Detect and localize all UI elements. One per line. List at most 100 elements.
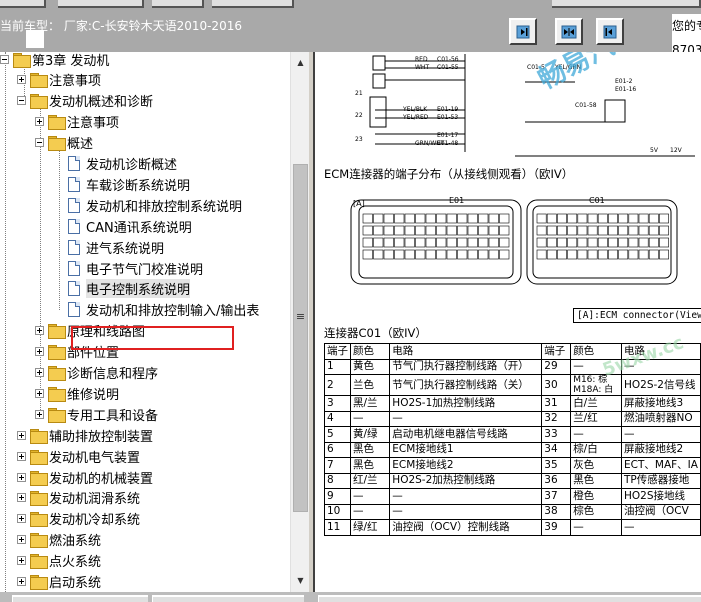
tree-doc-node[interactable]: 进气系统说明: [68, 237, 164, 257]
expand-icon[interactable]: [35, 409, 44, 419]
folder-icon: [30, 470, 48, 486]
document-viewer[interactable]: C01-56 C01-55 C01-5 YEL/GRN RED WHT YEL/BLK YEL…: [315, 52, 701, 592]
tree-folder-node[interactable]: 启动系统: [17, 572, 101, 592]
tree-folder-node[interactable]: 发动机的机械装置: [17, 467, 153, 487]
expand-icon[interactable]: [17, 514, 26, 524]
table-cell: 黑色: [349, 441, 391, 458]
expand-icon[interactable]: [35, 326, 44, 336]
connector-pin: [362, 213, 373, 224]
folder-icon: [30, 575, 48, 590]
expand-icon[interactable]: [35, 347, 44, 357]
expand-icon[interactable]: [17, 535, 26, 545]
expand-pane-button[interactable]: [596, 18, 624, 45]
bottom-button-3[interactable]: [318, 595, 701, 602]
tree-doc-node[interactable]: 发动机和排放控制输入/输出表: [68, 300, 259, 320]
tree-folder-node[interactable]: 注意事项: [35, 112, 119, 132]
folder-icon: [30, 533, 48, 549]
tree-line: [59, 150, 60, 310]
expand-icon[interactable]: [17, 556, 26, 566]
collapse-icon[interactable]: [17, 96, 26, 106]
tree-folder-node[interactable]: 注意事项: [17, 70, 101, 90]
tree-folder-node[interactable]: 专用工具和设备: [35, 404, 158, 424]
tree-doc-node[interactable]: 发动机和排放控制系统说明: [68, 195, 242, 215]
connector-pin: [362, 237, 373, 248]
connector-pin: [425, 225, 436, 236]
tree-doc-node[interactable]: 发动机诊断概述: [68, 154, 177, 174]
table-cell: 10: [324, 503, 351, 520]
table-cell: —: [389, 488, 543, 505]
tree-node-label: 发动机诊断概述: [86, 158, 178, 173]
connector-pin: [478, 237, 489, 248]
tree-folder-node[interactable]: 概述: [35, 133, 93, 153]
tree-folder-node[interactable]: 发动机概述和诊断: [17, 91, 153, 111]
table-cell: 棕/白: [570, 441, 623, 458]
split-pane-button[interactable]: [555, 18, 583, 45]
wiring-voltage-label: 5V: [650, 147, 658, 154]
table-cell: 黄色: [349, 358, 391, 375]
tree-node-label: 注意事项: [67, 116, 120, 132]
tree-doc-node[interactable]: 电子控制系统说明: [68, 279, 191, 299]
table-cell: 黑/兰: [349, 395, 391, 412]
bottom-button-1[interactable]: [12, 595, 148, 602]
connector-pin: [373, 249, 384, 260]
folder-icon: [30, 491, 48, 507]
connector-pin: [436, 225, 447, 236]
expand-icon[interactable]: [17, 577, 26, 586]
toolbar-button-3[interactable]: [152, 0, 204, 8]
table-row: 2 兰色 节气门执行器控制线路（关） 30 M16: 棕 M18A: 白 HO2S-2信号…: [324, 374, 701, 396]
tree-scrollbar[interactable]: ▲ ≡ ▼: [290, 52, 309, 592]
connector-pin: [638, 213, 649, 224]
connector-pin: [638, 237, 649, 248]
collapse-icon[interactable]: [0, 54, 9, 64]
expand-icon[interactable]: [17, 472, 26, 482]
tree-doc-node[interactable]: CAN通讯系统说明: [68, 216, 192, 236]
expand-icon[interactable]: [17, 451, 26, 461]
table-cell: 屏蔽接地线2: [621, 441, 701, 458]
scroll-thumb[interactable]: [293, 164, 308, 512]
expand-icon[interactable]: [35, 368, 44, 377]
expand-icon[interactable]: [35, 117, 44, 127]
table-cell: —: [570, 426, 623, 443]
connector-pin: [467, 213, 478, 224]
expand-icon[interactable]: [17, 75, 26, 85]
expand-icon[interactable]: [17, 493, 26, 503]
scroll-down-arrow-icon[interactable]: ▼: [292, 572, 309, 589]
tree-node-label: 维修说明: [67, 387, 120, 403]
collapse-pane-button[interactable]: [509, 18, 537, 45]
connector-diagram: [350, 199, 678, 285]
connector-pin: [425, 213, 436, 224]
connector-pin: [404, 213, 415, 224]
table-cell: 30: [541, 374, 572, 396]
folder-icon: [13, 52, 31, 68]
tree-doc-node[interactable]: 电子节气门校准说明: [68, 258, 203, 278]
expand-icon[interactable]: [17, 430, 26, 440]
toolbar-button-1[interactable]: [0, 0, 46, 8]
connector-title: ECM连接器的端子分布（从接线侧观看）（欧IV）: [324, 167, 574, 181]
tree-folder-node[interactable]: 第3章 发动机: [0, 52, 109, 69]
chapter-tree[interactable]: 第3章 发动机 注意事项 发动机概述和诊断 注意事项 概述 发动机诊断概述 车载诊断系统说明…: [0, 52, 290, 592]
ecm-connector-view-label: [A]:ECM connector(View:: [573, 308, 701, 323]
connector-pin: [587, 213, 598, 224]
table-cell: 11: [324, 519, 351, 536]
toolbar-button-5[interactable]: [552, 0, 701, 8]
tree-folder-node[interactable]: 发动机润滑系统: [17, 488, 140, 508]
toolbar-button-4[interactable]: [212, 0, 294, 8]
toolbar-button-2[interactable]: [58, 0, 144, 8]
tree-folder-node[interactable]: 燃油系统: [17, 530, 101, 550]
bottom-button-2[interactable]: [152, 595, 304, 602]
tree-folder-node[interactable]: 诊断信息和程序: [35, 363, 158, 383]
tree-folder-node[interactable]: 维修说明: [35, 383, 119, 403]
tree-folder-node[interactable]: 辅助排放控制装置: [17, 425, 153, 445]
tree-folder-node[interactable]: 发动机冷却系统: [17, 509, 140, 529]
tree-doc-node[interactable]: 车载诊断系统说明: [68, 174, 190, 194]
connector-pin: [628, 249, 639, 260]
tree-folder-node[interactable]: 点火系统: [17, 551, 101, 571]
tree-folder-node[interactable]: 发动机电气装置: [17, 446, 140, 466]
table-cell: 兰色: [349, 374, 391, 396]
scroll-up-arrow-icon[interactable]: ▲: [292, 54, 309, 71]
document-icon: [68, 176, 80, 192]
connector-pin: [425, 249, 436, 260]
collapse-icon[interactable]: [35, 138, 44, 148]
connector-pin: [608, 237, 618, 248]
expand-icon[interactable]: [35, 388, 44, 398]
